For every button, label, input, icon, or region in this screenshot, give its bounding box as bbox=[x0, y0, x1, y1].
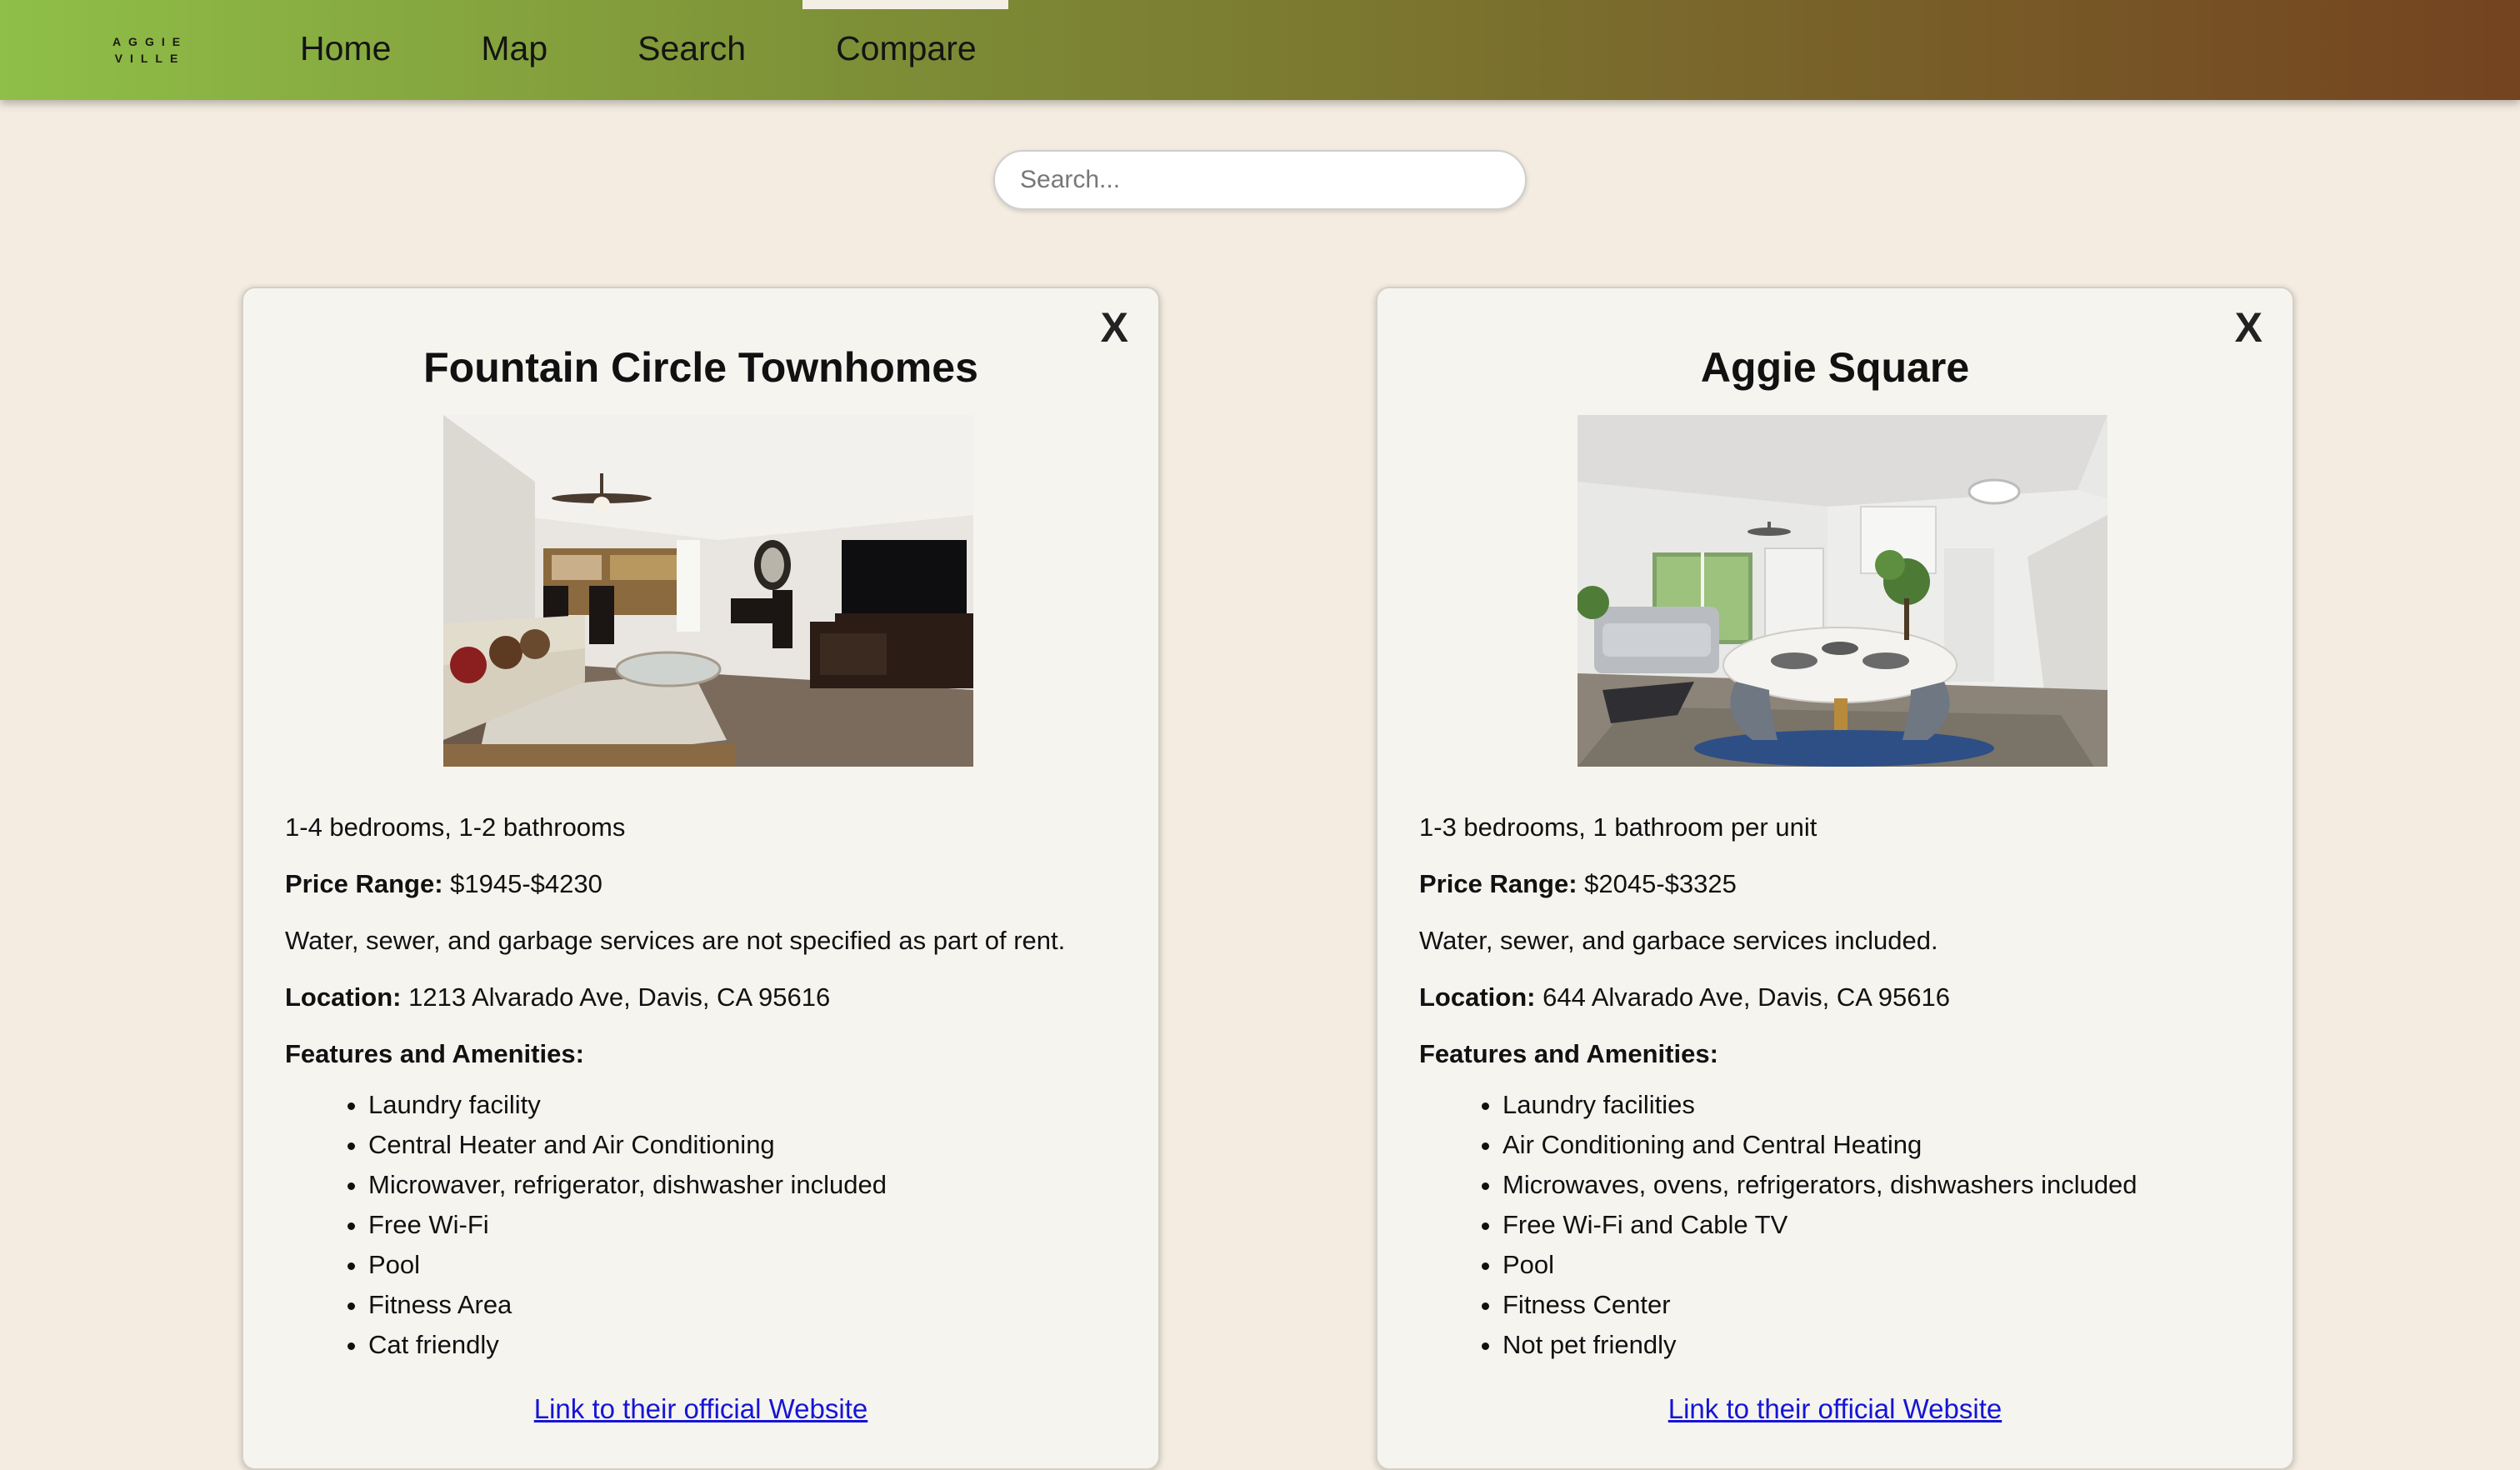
price-range: Price Range: $2045-$3325 bbox=[1419, 870, 2261, 898]
location-label: Location: bbox=[1419, 982, 1536, 1012]
location-value: 644 Alvarado Ave, Davis, CA 95616 bbox=[1535, 982, 1950, 1012]
website-link-wrap: Link to their official Website bbox=[243, 1393, 1158, 1425]
utilities-info: Water, sewer, and garbage services are n… bbox=[285, 926, 1066, 955]
close-card-button[interactable]: X bbox=[2235, 307, 2262, 348]
top-navbar: AGGIE VILLE Home Map Search Compare bbox=[0, 0, 2520, 100]
website-link-wrap: Link to their official Website bbox=[1378, 1393, 2292, 1425]
list-item: Cat friendly bbox=[368, 1325, 1127, 1365]
logo-line-1: AGGIE bbox=[112, 35, 188, 48]
list-item: Microwaver, refrigerator, dishwasher inc… bbox=[368, 1165, 1127, 1205]
price-value: $2045-$3325 bbox=[1577, 869, 1737, 898]
location-info: Location: 644 Alvarado Ave, Davis, CA 95… bbox=[1419, 983, 2261, 1012]
list-item: Free Wi-Fi bbox=[368, 1205, 1127, 1245]
price-label: Price Range: bbox=[1419, 869, 1578, 898]
aggieville-logo[interactable]: AGGIE VILLE bbox=[110, 33, 190, 70]
card-title: Fountain Circle Townhomes bbox=[423, 344, 978, 391]
list-item: Laundry facility bbox=[368, 1085, 1127, 1125]
list-item: Fitness Center bbox=[1502, 1285, 2261, 1325]
features-list: Laundry facility Central Heater and Air … bbox=[285, 1085, 1127, 1365]
features-heading: Features and Amenities: bbox=[285, 1039, 584, 1068]
card-details: 1-4 bedrooms, 1-2 bathrooms Price Range:… bbox=[285, 813, 1127, 1365]
compare-card-fountain-circle: X Fountain Circle Townhomes 1-4 bedrooms… bbox=[242, 287, 1160, 1470]
nav-home[interactable]: Home bbox=[267, 0, 422, 100]
price-range: Price Range: $1945-$4230 bbox=[285, 870, 1127, 898]
list-item: Central Heater and Air Conditioning bbox=[368, 1125, 1127, 1165]
official-website-link[interactable]: Link to their official Website bbox=[534, 1393, 868, 1424]
rooms-info: 1-4 bedrooms, 1-2 bathrooms bbox=[285, 812, 626, 842]
location-info: Location: 1213 Alvarado Ave, Davis, CA 9… bbox=[285, 983, 1127, 1012]
search-bar bbox=[993, 150, 1527, 210]
price-value: $1945-$4230 bbox=[442, 869, 602, 898]
location-value: 1213 Alvarado Ave, Davis, CA 95616 bbox=[401, 982, 831, 1012]
features-heading: Features and Amenities: bbox=[1419, 1039, 1718, 1068]
features-list: Laundry facilities Air Conditioning and … bbox=[1419, 1085, 2261, 1365]
official-website-link[interactable]: Link to their official Website bbox=[1668, 1393, 2002, 1424]
card-title: Aggie Square bbox=[1700, 344, 1970, 391]
list-item: Fitness Area bbox=[368, 1285, 1127, 1325]
list-item: Pool bbox=[1502, 1245, 2261, 1285]
nav-compare[interactable]: Compare bbox=[802, 0, 1008, 100]
location-label: Location: bbox=[285, 982, 402, 1012]
close-card-button[interactable]: X bbox=[1101, 307, 1128, 348]
price-label: Price Range: bbox=[285, 869, 443, 898]
property-photo-living-room bbox=[443, 415, 973, 767]
list-item: Free Wi-Fi and Cable TV bbox=[1502, 1205, 2261, 1245]
nav-links: Home Map Search Compare bbox=[267, 0, 1033, 100]
logo-line-2: VILLE bbox=[114, 52, 186, 65]
nav-map[interactable]: Map bbox=[448, 0, 579, 100]
list-item: Laundry facilities bbox=[1502, 1085, 2261, 1125]
property-photo-dining-area bbox=[1578, 415, 2108, 767]
list-item: Not pet friendly bbox=[1502, 1325, 2261, 1365]
nav-search[interactable]: Search bbox=[604, 0, 778, 100]
list-item: Pool bbox=[368, 1245, 1127, 1285]
search-input[interactable] bbox=[993, 150, 1527, 210]
card-details: 1-3 bedrooms, 1 bathroom per unit Price … bbox=[1419, 813, 2261, 1365]
rooms-info: 1-3 bedrooms, 1 bathroom per unit bbox=[1419, 812, 1818, 842]
compare-card-aggie-square: X Aggie Square 1-3 bedrooms, 1 bathroom … bbox=[1376, 287, 2294, 1470]
list-item: Air Conditioning and Central Heating bbox=[1502, 1125, 2261, 1165]
list-item: Microwaves, ovens, refrigerators, dishwa… bbox=[1502, 1165, 2261, 1205]
utilities-info: Water, sewer, and garbace services inclu… bbox=[1419, 926, 1938, 955]
